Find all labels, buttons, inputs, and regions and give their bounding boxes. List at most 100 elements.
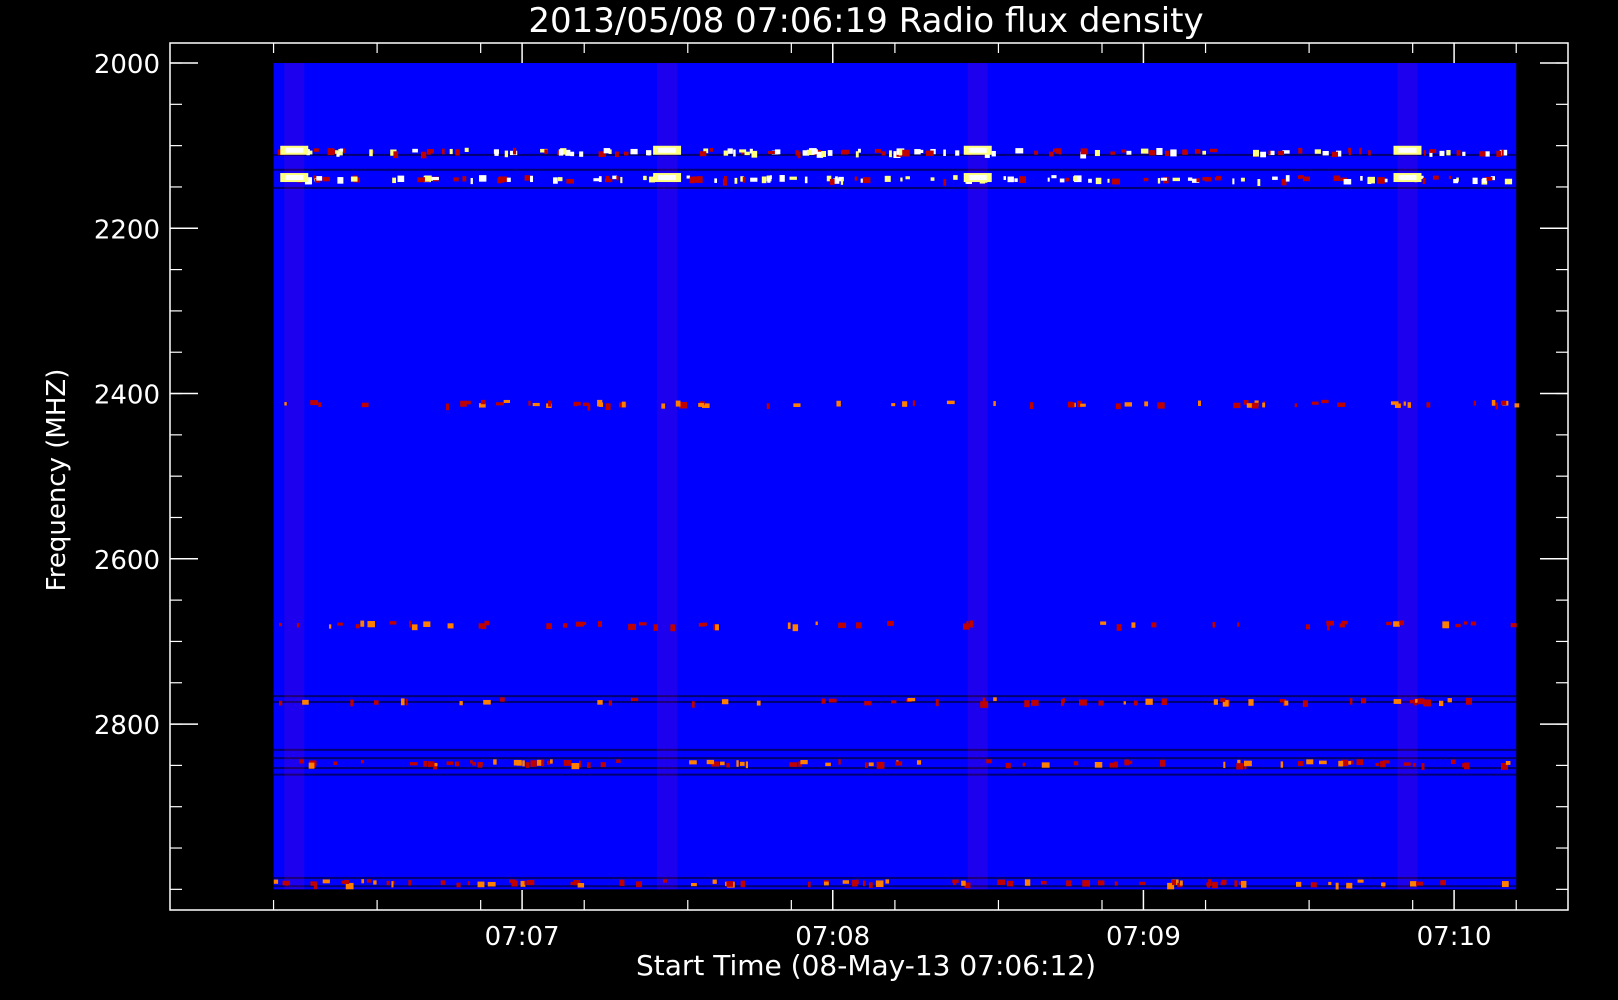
hot-pixel (409, 762, 418, 766)
hot-pixel (643, 175, 647, 181)
hot-pixel (1451, 759, 1456, 765)
hot-pixel (470, 178, 473, 185)
hot-pixel (343, 148, 346, 154)
hot-pixel (1314, 149, 1321, 154)
hot-pixel (1377, 177, 1385, 184)
hot-pixel (854, 176, 858, 181)
hot-pixel (914, 149, 918, 154)
hot-pixel (481, 399, 486, 405)
hot-pixel (887, 620, 894, 626)
hot-pixel (1097, 880, 1105, 886)
hot-pixel (1382, 760, 1390, 764)
hot-pixel (373, 700, 379, 705)
hot-pixel (1024, 879, 1031, 886)
hot-pixel (544, 149, 548, 154)
hot-pixel (646, 150, 652, 156)
hot-pixel (943, 149, 946, 156)
hot-pixel (576, 401, 581, 406)
hot-pixel (571, 763, 580, 770)
hot-pixel (1003, 176, 1007, 180)
hot-pixel (1116, 624, 1122, 631)
hot-pixel (1485, 151, 1490, 157)
hot-pixel (1446, 150, 1451, 156)
hot-pixel (756, 700, 761, 706)
hot-pixel (570, 151, 575, 157)
hot-pixel (1094, 149, 1100, 157)
hot-pixel (604, 178, 613, 183)
hot-pixel (1237, 622, 1240, 627)
hot-pixel (1257, 179, 1261, 187)
hot-pixel (840, 178, 844, 185)
hot-pixel (1100, 621, 1107, 625)
hot-pixel (504, 150, 509, 158)
hot-pixel (1121, 149, 1127, 153)
hot-pixel (1088, 178, 1092, 183)
hot-pixel (600, 762, 606, 768)
hot-pixel (1041, 762, 1050, 768)
hot-pixel (1187, 177, 1193, 181)
hot-pixel (961, 880, 966, 886)
hot-pixel (483, 699, 491, 705)
hot-pixel (498, 176, 502, 184)
hot-pixel (616, 175, 619, 181)
hot-pixel (494, 150, 499, 156)
hot-pixel (1262, 402, 1266, 408)
hot-pixel (423, 621, 431, 627)
hot-pixel (1115, 403, 1121, 410)
hot-pixel (462, 176, 467, 182)
hot-pixel (723, 176, 727, 182)
hot-pixel (706, 759, 715, 765)
hot-pixel (963, 623, 970, 630)
hot-pixel (884, 175, 891, 182)
dark-band (273, 773, 1517, 776)
hot-pixel (479, 175, 487, 181)
hot-pixel (953, 880, 957, 886)
hot-pixel (715, 624, 719, 631)
hot-pixel (907, 697, 916, 702)
hot-pixel (935, 699, 939, 707)
hot-pixel (1303, 176, 1310, 182)
hot-pixel (1126, 150, 1132, 155)
hot-pixel (739, 761, 745, 766)
hot-pixel (898, 148, 903, 156)
hot-pixel (1243, 760, 1252, 767)
hot-pixel (350, 176, 358, 182)
hot-pixel (464, 400, 471, 405)
hot-pixel (1073, 176, 1077, 181)
hot-pixel (318, 402, 322, 407)
hot-pixel (511, 880, 518, 887)
hot-pixel (1438, 700, 1444, 707)
hot-pixel (487, 881, 496, 887)
hot-pixel (367, 621, 375, 628)
hot-pixel (856, 622, 862, 629)
hot-pixel (464, 147, 469, 152)
hot-pixel (1160, 759, 1166, 767)
hot-pixel (1440, 881, 1446, 886)
hot-pixel (1124, 760, 1133, 765)
hot-pixel (434, 762, 438, 767)
hot-pixel (1422, 177, 1426, 185)
hot-column (284, 63, 305, 890)
hot-pixel (1409, 699, 1415, 704)
hot-pixel (1311, 401, 1319, 405)
hot-pixel (1198, 400, 1201, 407)
dark-band (273, 168, 1517, 171)
hot-pixel (1322, 150, 1329, 156)
hot-pixel (279, 622, 283, 627)
hot-pixel (453, 177, 459, 182)
hot-pixel (427, 761, 435, 768)
hot-blob-core (968, 175, 987, 181)
hot-pixel (558, 149, 564, 156)
hot-pixel (885, 879, 890, 884)
hot-pixel (842, 880, 850, 884)
hot-pixel (767, 177, 771, 183)
hot-pixel (1220, 881, 1226, 886)
hot-pixel (1059, 178, 1065, 183)
hot-pixel (1299, 175, 1304, 179)
hot-pixel (1482, 177, 1487, 183)
hot-pixel (1151, 622, 1157, 628)
y-tick-label: 2200 (94, 215, 160, 245)
hot-pixel (876, 761, 885, 769)
hot-pixel (441, 148, 445, 155)
hot-pixel (1208, 879, 1212, 887)
